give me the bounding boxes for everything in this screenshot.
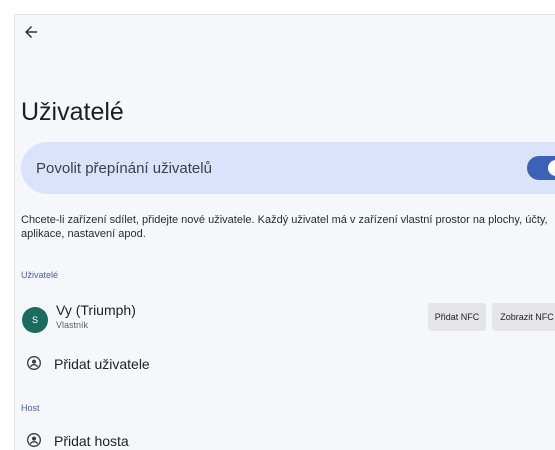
user-avatar: S <box>22 307 48 333</box>
guest-section-header: Host <box>21 403 40 413</box>
allow-user-switching-switch[interactable] <box>527 156 555 180</box>
description-text: Chcete-li zařízení sdílet, přidejte nové… <box>21 214 548 240</box>
page-title: Uživatelé <box>21 98 124 126</box>
show-nfc-button[interactable]: Zobrazit NFC <box>492 303 555 331</box>
users-section-header: Uživatelé <box>21 270 59 280</box>
add-nfc-button[interactable]: Přidat NFC <box>428 303 486 331</box>
back-arrow-icon[interactable] <box>22 23 40 41</box>
user-role: Vlastník <box>56 320 89 330</box>
account-circle-icon <box>27 356 41 370</box>
settings-screen: Uživatelé Povolit přepínání uživatelů Ch… <box>14 14 555 450</box>
allow-user-switching-label: Povolit přepínání uživatelů <box>36 160 212 177</box>
user-name[interactable]: Vy (Triumph) <box>56 302 136 318</box>
guest-account-icon <box>27 433 41 447</box>
add-user-button[interactable]: Přidat uživatele <box>54 356 150 372</box>
add-guest-button[interactable]: Přidat hosta <box>54 433 129 449</box>
allow-user-switching-row[interactable]: Povolit přepínání uživatelů <box>21 142 555 194</box>
switch-thumb <box>548 160 555 176</box>
